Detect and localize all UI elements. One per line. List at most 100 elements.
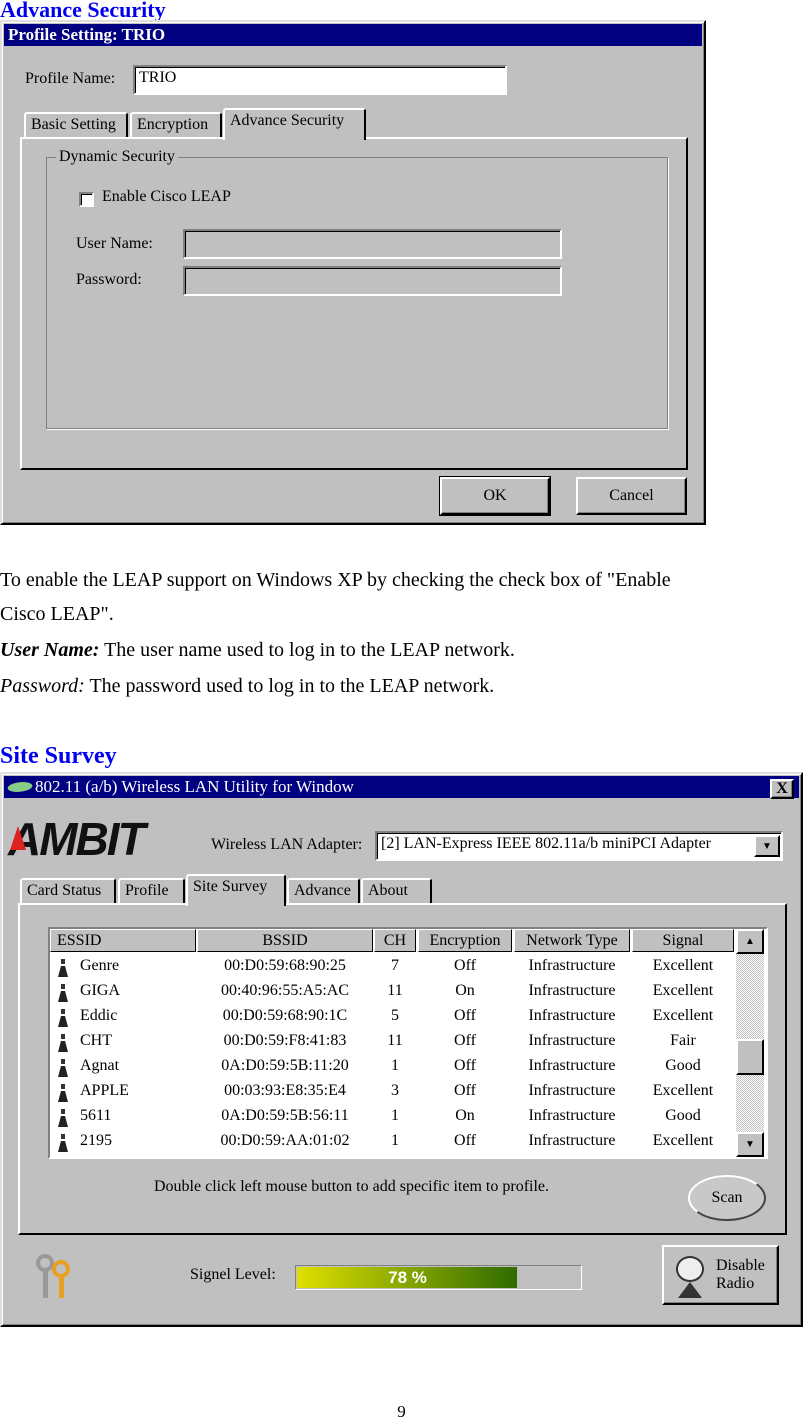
cell-bssid: 0A:D0:59:5B:56:11 xyxy=(221,1107,349,1124)
table-row[interactable]: 2195 00:D0:59:AA:01:02 1 Off Infrastructure E… xyxy=(50,1130,736,1155)
signal-level-bar: 78 % xyxy=(295,1265,582,1290)
cancel-button[interactable]: Cancel xyxy=(576,477,687,515)
cell-signal: Good xyxy=(665,1057,701,1074)
column-header-essid[interactable]: ESSID xyxy=(50,929,196,952)
cell-signal: Good xyxy=(665,1107,701,1124)
tab-profile[interactable]: Profile xyxy=(118,878,185,904)
user-name-description: User Name: The user name used to log in … xyxy=(0,639,515,662)
hint-text: Double click left mouse button to add sp… xyxy=(154,1178,550,1195)
column-header-signal[interactable]: Signal xyxy=(632,929,734,952)
tab-advance-security[interactable]: Advance Security xyxy=(223,108,366,140)
column-header-ch[interactable]: CH xyxy=(374,929,416,952)
chevron-down-icon[interactable]: ▼ xyxy=(754,835,780,857)
cell-network-type: Infrastructure xyxy=(528,1132,616,1149)
enable-cisco-leap-checkbox[interactable] xyxy=(79,192,94,207)
profile-setting-dialog: Profile Setting: TRIO Profile Name: TRIO… xyxy=(0,20,706,525)
user-name-input[interactable] xyxy=(183,229,562,259)
column-header-network-type[interactable]: Network Type xyxy=(514,929,630,952)
cell-bssid: 00:D0:59:AA:01:02 xyxy=(220,1132,350,1149)
ok-button[interactable]: OK xyxy=(439,476,551,516)
password-label: Password: xyxy=(76,271,142,288)
line: Radio xyxy=(716,1275,755,1292)
access-point-icon xyxy=(58,984,68,1002)
enable-cisco-leap-label: Enable Cisco LEAP xyxy=(102,188,231,205)
cell-network-type: Infrastructure xyxy=(528,1007,616,1024)
access-point-icon xyxy=(58,1034,68,1052)
cell-bssid: 0A:D0:59:5B:11:20 xyxy=(221,1057,349,1074)
cell-network-type: Infrastructure xyxy=(528,1107,616,1124)
cell-bssid: 00:D0:59:68:90:25 xyxy=(224,957,346,974)
profile-name-input[interactable]: TRIO xyxy=(133,65,507,95)
tab-panel: Dynamic Security Enable Cisco LEAP User … xyxy=(20,137,688,470)
cell-network-type: Infrastructure xyxy=(528,982,616,999)
access-point-icon xyxy=(58,1134,68,1152)
group-label: Dynamic Security xyxy=(56,148,178,166)
cell-ch: 11 xyxy=(387,982,403,999)
cell-network-type: Infrastructure xyxy=(528,957,616,974)
signal-level-label: Signel Level: xyxy=(190,1266,276,1283)
cell-encryption: Off xyxy=(454,1132,476,1149)
profile-name-label: Profile Name: xyxy=(25,70,116,87)
cell-signal: Excellent xyxy=(652,1132,714,1149)
cell-essid: APPLE xyxy=(80,1082,129,1099)
cell-network-type: Infrastructure xyxy=(528,1032,616,1049)
password-input[interactable] xyxy=(183,266,562,296)
scrollbar-thumb[interactable] xyxy=(736,1039,764,1075)
term: User Name: xyxy=(0,639,100,661)
tab-card-status[interactable]: Card Status xyxy=(20,878,116,904)
scroll-up-icon[interactable]: ▲ xyxy=(736,929,764,954)
tab-about[interactable]: About xyxy=(361,878,432,904)
cell-signal: Excellent xyxy=(652,957,714,974)
tab-encryption[interactable]: Encryption xyxy=(130,112,222,138)
table-row[interactable]: APPLE 00:03:93:E8:35:E4 3 Off Infrastructure… xyxy=(50,1080,736,1105)
adapter-select[interactable]: [2] LAN-Express IEEE 802.11a/b miniPCI A… xyxy=(375,831,783,861)
scroll-down-icon[interactable]: ▼ xyxy=(736,1132,764,1157)
cell-signal: Excellent xyxy=(652,1007,714,1024)
column-header-bssid[interactable]: BSSID xyxy=(197,929,373,952)
ambit-logo: AMBIT xyxy=(8,813,146,865)
tab-basic-setting[interactable]: Basic Setting xyxy=(24,112,128,138)
table-row[interactable]: CHT 00:D0:59:F8:41:83 11 Off Infrastructure F… xyxy=(50,1030,736,1055)
close-button[interactable]: X xyxy=(770,779,794,799)
cell-ch: 3 xyxy=(391,1082,399,1099)
column-header-encryption[interactable]: Encryption xyxy=(418,929,512,952)
table-row[interactable]: Genre 00:D0:59:68:90:25 7 Off Infrastructure… xyxy=(50,955,736,980)
paragraph-line: Cisco LEAP". xyxy=(0,603,114,625)
access-point-icon xyxy=(58,1109,68,1127)
section-heading-site-survey: Site Survey xyxy=(0,743,117,769)
site-survey-panel: ESSID BSSID CH Encryption Network Type Signal… xyxy=(18,903,787,1235)
adapter-label: Wireless LAN Adapter: xyxy=(211,836,363,853)
title-bar: 802.11 (a/b) Wireless LAN Utility for Wi… xyxy=(4,776,799,798)
dialog-title: Profile Setting: TRIO xyxy=(4,24,702,46)
cell-essid: Genre xyxy=(80,957,120,974)
access-point-icon xyxy=(58,1059,68,1077)
wireless-utility-window: 802.11 (a/b) Wireless LAN Utility for Wi… xyxy=(0,772,803,1327)
disable-radio-button[interactable]: Disable Radio xyxy=(662,1245,779,1305)
table-row[interactable]: Eddic 00:D0:59:68:90:1C 5 Off Infrastructure… xyxy=(50,1005,736,1030)
cell-bssid: 00:40:96:55:A5:AC xyxy=(220,982,349,999)
cell-signal: Excellent xyxy=(652,982,714,999)
cell-encryption: Off xyxy=(454,1057,476,1074)
tab-advance[interactable]: Advance xyxy=(287,878,360,904)
tab-site-survey[interactable]: Site Survey xyxy=(186,874,286,906)
cell-signal: Excellent xyxy=(652,1082,714,1099)
cell-ch: 5 xyxy=(391,1007,399,1024)
user-name-label: User Name: xyxy=(76,235,153,252)
access-point-icon xyxy=(58,1084,68,1102)
cell-essid: Eddic xyxy=(80,1007,118,1024)
scan-button[interactable]: Scan xyxy=(688,1175,766,1221)
keys-icon xyxy=(32,1250,76,1302)
table-row[interactable]: 5611 0A:D0:59:5B:56:11 1 On Infrastructure Go… xyxy=(50,1105,736,1130)
window-title: 802.11 (a/b) Wireless LAN Utility for Wi… xyxy=(35,777,354,796)
cell-encryption: On xyxy=(455,1107,475,1124)
table-row[interactable]: Agnat 0A:D0:59:5B:11:20 1 Off Infrastructure… xyxy=(50,1055,736,1080)
table-row[interactable]: GIGA 00:40:96:55:A5:AC 11 On Infrastructure E… xyxy=(50,980,736,1005)
cell-encryption: Off xyxy=(454,1082,476,1099)
radio-tower-icon xyxy=(670,1252,710,1298)
site-survey-list[interactable]: ESSID BSSID CH Encryption Network Type Signal… xyxy=(48,927,768,1159)
cell-encryption: Off xyxy=(454,1007,476,1024)
password-description: Password: The password used to log in to… xyxy=(0,675,494,698)
line: Disable xyxy=(716,1257,765,1274)
wireless-card-icon xyxy=(5,782,35,792)
cell-essid: 5611 xyxy=(80,1107,112,1124)
